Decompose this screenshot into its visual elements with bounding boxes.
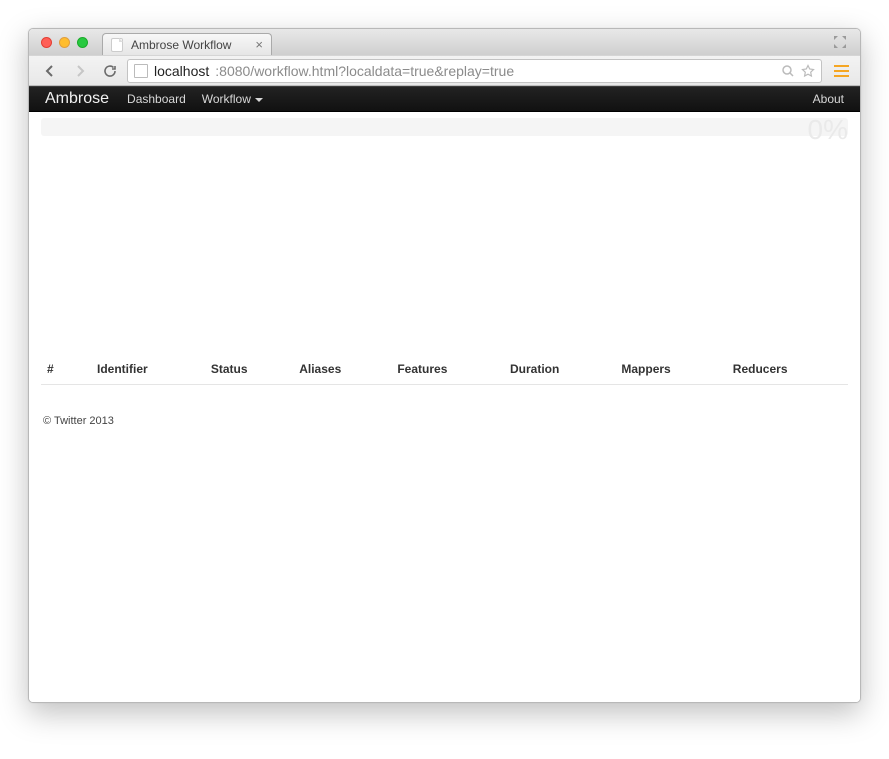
col-mappers: Mappers [615,354,726,385]
page-favicon-icon [111,38,123,52]
tab-close-button[interactable]: × [255,38,263,51]
browser-tab[interactable]: Ambrose Workflow × [102,33,272,55]
nav-dashboard[interactable]: Dashboard [127,92,186,106]
zoom-window-button[interactable] [77,37,88,48]
table-header-row: # Identifier Status Aliases Features Dur… [41,354,848,385]
browser-toolbar: localhost :8080/workflow.html?localdata=t… [29,55,860,86]
page-footer: © Twitter 2013 [41,407,848,435]
jobs-table: # Identifier Status Aliases Features Dur… [41,354,848,385]
search-icon[interactable] [781,64,795,78]
tab-strip: Ambrose Workflow × [29,29,860,55]
site-info-icon[interactable] [134,64,148,78]
minimize-window-button[interactable] [59,37,70,48]
bookmark-star-icon[interactable] [801,64,815,78]
fullscreen-icon[interactable] [828,32,852,52]
col-identifier: Identifier [91,354,205,385]
nav-about[interactable]: About [813,92,844,106]
forward-button[interactable] [67,60,93,82]
col-num: # [41,354,91,385]
col-aliases: Aliases [293,354,391,385]
close-window-button[interactable] [41,37,52,48]
col-reducers: Reducers [727,354,848,385]
browser-window: Ambrose Workflow × localhost :8080/workfl… [28,28,861,703]
window-controls [41,29,88,55]
url-host: localhost [154,63,209,79]
progress-bar: 0% [41,118,848,136]
back-button[interactable] [37,60,63,82]
url-path: :8080/workflow.html?localdata=true&repla… [215,63,514,79]
address-bar[interactable]: localhost :8080/workflow.html?localdata=t… [127,59,822,83]
col-duration: Duration [504,354,615,385]
browser-menu-button[interactable] [830,65,852,77]
app-navbar: Ambrose Dashboard Workflow About [29,86,860,112]
col-features: Features [391,354,504,385]
page-content: 0% # Identifier Status Aliases Features … [29,112,860,702]
address-bar-actions [781,64,815,78]
reload-button[interactable] [97,60,123,82]
nav-workflow-dropdown[interactable]: Workflow [202,92,263,106]
tab-title: Ambrose Workflow [131,38,231,52]
app-brand[interactable]: Ambrose [45,90,109,108]
progress-percent-label: 0% [808,114,848,146]
col-status: Status [205,354,293,385]
